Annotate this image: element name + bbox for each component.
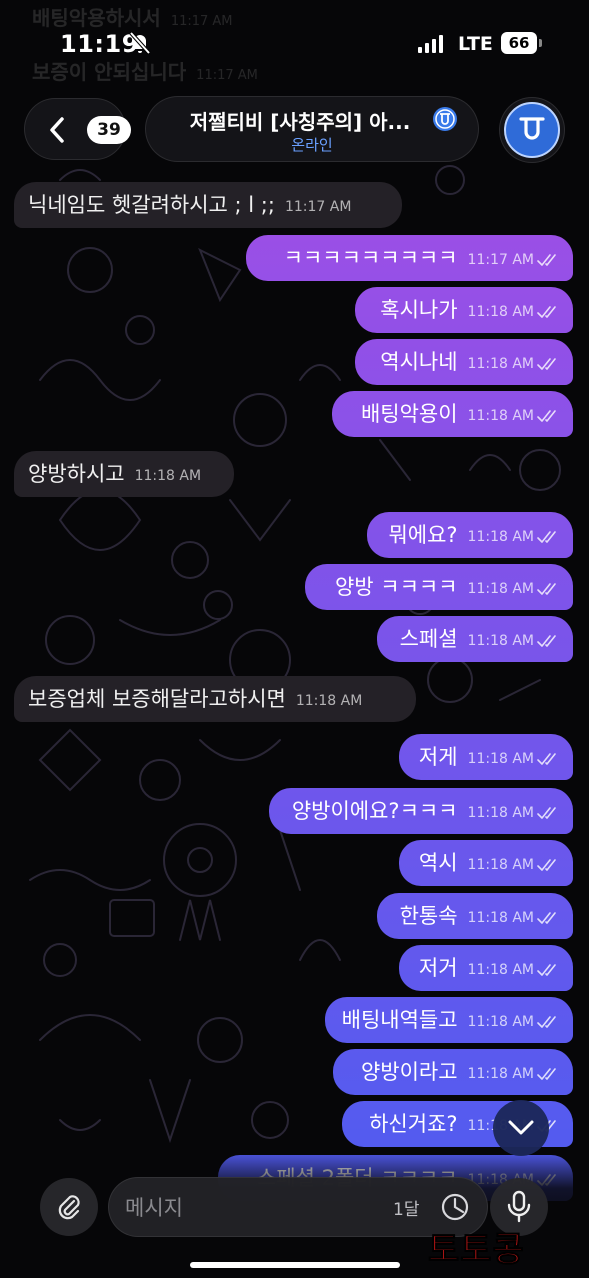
message-time: 11:17 AM — [467, 252, 534, 268]
avatar-button[interactable] — [499, 97, 565, 163]
message-text: 하신거죠? — [369, 1112, 458, 1136]
outgoing-message[interactable]: 배팅악용이 11:18 AM — [332, 391, 573, 437]
message-time: 11:18 AM — [467, 1066, 534, 1082]
message-text: 저거 — [418, 956, 458, 980]
status-time: 11:19 — [60, 30, 139, 58]
message-time: 11:18 AM — [467, 910, 534, 926]
message-time: 11:18 AM — [467, 1014, 534, 1030]
message-time: 11:18 AM — [467, 304, 534, 320]
message-text: 스페셜 — [399, 627, 458, 651]
read-checkmarks-icon — [537, 410, 556, 422]
message-time: 11:18 AM — [467, 356, 534, 372]
message-text: 배팅내역들고 — [341, 1008, 458, 1032]
outgoing-message[interactable]: 스페셜 11:18 AM — [377, 616, 573, 662]
message-time: 11:18 AM — [467, 805, 534, 821]
message-text: 한통속 — [399, 904, 458, 928]
message-text: 혹시나가 — [380, 298, 458, 322]
outgoing-message[interactable]: 양방이라고 11:18 AM — [333, 1049, 573, 1095]
read-checkmarks-icon — [537, 635, 556, 647]
message-time: 11:18 AM — [295, 693, 363, 709]
outgoing-message[interactable]: 양방이에요?ㅋㅋㅋ 11:18 AM — [269, 788, 573, 834]
chat-title-button[interactable]: 저쩔티비 [사칭주의] 아... 온라인 — [145, 96, 479, 162]
chat-title: 저쩔티비 [사칭주의] 아... — [189, 110, 411, 134]
message-text: 양방 ㅋㅋㅋㅋ — [334, 575, 458, 599]
avatar — [504, 102, 560, 158]
message-text: 양방이라고 — [360, 1060, 458, 1084]
outgoing-message[interactable]: 역시 11:18 AM — [399, 840, 573, 886]
status-bar: 11:19 LTE 66 — [0, 26, 589, 66]
outgoing-message[interactable]: 혹시나가 11:18 AM — [355, 287, 573, 333]
message-text: 배팅악용이 — [360, 402, 458, 426]
message-text: 양방이에요?ㅋㅋㅋ — [291, 799, 458, 823]
bell-muted-icon — [129, 31, 151, 59]
chevron-down-icon — [508, 1120, 534, 1135]
message-input[interactable] — [125, 1192, 375, 1224]
read-checkmarks-icon — [537, 1016, 556, 1028]
incoming-message[interactable]: 양방하시고 11:18 AM — [14, 451, 234, 497]
incoming-message[interactable]: 보증업체 보증해달라고하시면 11:18 AM — [14, 676, 416, 722]
message-text: 닉네임도 헷갈려하시고 ; l ;; — [28, 193, 275, 217]
read-checkmarks-icon — [537, 912, 556, 924]
home-indicator — [190, 1262, 400, 1268]
message-time: 11:18 AM — [467, 581, 534, 597]
outgoing-message[interactable]: 배팅내역들고 11:18 AM — [325, 997, 573, 1043]
message-time: 11:18 AM — [467, 751, 534, 767]
verified-icon — [433, 107, 457, 131]
read-checkmarks-icon — [537, 964, 556, 976]
message-text: ㅋㅋㅋㅋㅋㅋㅋㅋㅋ — [283, 246, 458, 270]
read-checkmarks-icon — [537, 254, 556, 266]
signal-icon — [418, 35, 443, 53]
read-checkmarks-icon — [537, 1068, 556, 1080]
outgoing-message[interactable]: 한통속 11:18 AM — [377, 893, 573, 939]
message-time: 11:18 AM — [134, 468, 202, 484]
back-button[interactable]: 39 — [24, 98, 131, 160]
message-time: 11:18 AM — [467, 857, 534, 873]
message-text: 저게 — [418, 745, 458, 769]
message-time: 11:17 AM — [284, 199, 352, 215]
outgoing-message[interactable]: 저게 11:18 AM — [399, 734, 573, 780]
message-time: 11:18 AM — [467, 962, 534, 978]
message-time: 11:18 AM — [467, 633, 534, 649]
read-checkmarks-icon — [537, 753, 556, 765]
outgoing-message[interactable]: 역시나네 11:18 AM — [355, 339, 573, 385]
scroll-down-button[interactable] — [493, 1100, 549, 1156]
paperclip-icon — [58, 1195, 80, 1220]
microphone-icon — [507, 1190, 531, 1223]
network-type: LTE — [458, 33, 493, 55]
incoming-message[interactable]: 닉네임도 헷갈려하시고 ; l ;; 11:17 AM — [14, 182, 402, 228]
read-checkmarks-icon — [537, 859, 556, 871]
message-time: 11:18 AM — [467, 529, 534, 545]
outgoing-message[interactable]: 양방 ㅋㅋㅋㅋ 11:18 AM — [305, 564, 573, 610]
unread-count-badge: 39 — [87, 116, 131, 144]
read-checkmarks-icon — [537, 807, 556, 819]
auto-delete-timer[interactable]: 1달 — [393, 1195, 419, 1220]
message-text: 뭐에요? — [388, 523, 458, 547]
outgoing-message[interactable]: ㅋㅋㅋㅋㅋㅋㅋㅋㅋ 11:17 AM — [246, 235, 573, 281]
chat-status: 온라인 — [291, 136, 333, 154]
message-text: 보증업체 보증해달라고하시면 — [28, 687, 286, 711]
message-text: 역시 — [418, 851, 458, 875]
message-text: 역시나네 — [380, 350, 458, 374]
read-checkmarks-icon — [537, 358, 556, 370]
battery-icon: 66 — [501, 32, 542, 54]
outgoing-message[interactable]: 뭐에요? 11:18 AM — [367, 512, 573, 558]
watermark: 토토콩 — [428, 1230, 525, 1271]
read-checkmarks-icon — [537, 531, 556, 543]
timer-icon[interactable] — [439, 1191, 471, 1223]
read-checkmarks-icon — [537, 306, 556, 318]
attach-button[interactable] — [40, 1178, 98, 1236]
read-checkmarks-icon — [537, 583, 556, 595]
outgoing-message[interactable]: 저거 11:18 AM — [399, 945, 573, 991]
chevron-left-icon — [47, 116, 67, 148]
message-time: 11:18 AM — [467, 408, 534, 424]
message-text: 양방하시고 — [28, 462, 125, 486]
